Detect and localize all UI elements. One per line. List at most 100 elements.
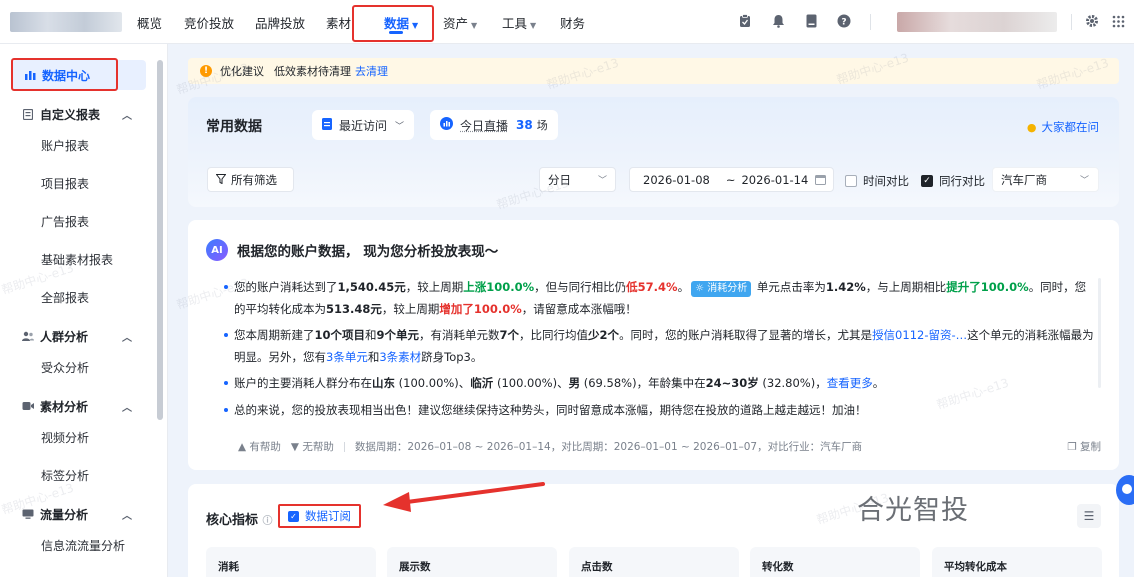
- subscribe-label: 数据订阅: [305, 508, 351, 524]
- metric-settings-icon[interactable]: ☰: [1077, 504, 1101, 528]
- help-icon[interactable]: ?: [836, 13, 852, 29]
- nav-material-label: 素材: [326, 16, 351, 31]
- industry-select[interactable]: 汽车厂商 ﹀: [992, 167, 1099, 192]
- text: ，比同行均值: [519, 328, 588, 342]
- sidebar-scrollbar[interactable]: [157, 60, 163, 420]
- granularity-select[interactable]: 分日 ﹀: [539, 167, 616, 192]
- spend-growth: 上涨100.0%: [463, 280, 534, 294]
- sidebar-group-audience[interactable]: 人群分析 ︿: [0, 321, 150, 351]
- text: 跻身Top3。: [421, 350, 482, 364]
- sidebar-item-project-report[interactable]: 项目报表: [0, 168, 150, 198]
- notice-clean-link[interactable]: 去清理: [355, 63, 388, 79]
- nav-brand[interactable]: 品牌投放: [255, 13, 305, 32]
- peer-gap: 低57.4%: [626, 280, 677, 294]
- text: ，但与同行相比仍: [534, 280, 626, 294]
- nav-material[interactable]: 素材: [326, 13, 351, 32]
- top-materials-link[interactable]: 3条素材: [379, 350, 421, 364]
- nav-tools[interactable]: 工具 ▼: [502, 13, 536, 32]
- compare-time-label: 时间对比: [863, 173, 909, 189]
- text: 您的账户消耗达到了: [234, 280, 338, 294]
- spend-analysis-tag[interactable]: ☼ 消耗分析: [691, 281, 751, 297]
- nav-finance[interactable]: 财务: [560, 13, 585, 32]
- text: (69.58%)，年龄集中在: [580, 376, 705, 390]
- sidebar-item-feed-traffic[interactable]: 信息流流量分析: [0, 530, 150, 560]
- top-units-link[interactable]: 3条单元: [326, 350, 368, 364]
- spending-unit-count: 7个: [500, 328, 520, 342]
- helpful-button[interactable]: ▲ 有帮助: [238, 439, 281, 454]
- cost-growth: 增加了100.0%: [439, 302, 521, 316]
- metric-card-impressions[interactable]: 展示数: [387, 547, 557, 577]
- text: 。: [678, 280, 690, 294]
- sidebar-item-tag-analysis[interactable]: 标签分析: [0, 460, 150, 490]
- gear-icon[interactable]: [1084, 13, 1100, 29]
- ai-paragraph-build: 您本周期新建了10个项目和9个单元，有消耗单元数7个，比同行均值少2个。同时，您…: [234, 324, 1094, 368]
- sidebar-group-material[interactable]: 素材分析 ︿: [0, 391, 150, 421]
- sidebar-item-all-reports[interactable]: 全部报表: [0, 282, 150, 312]
- nav-assets[interactable]: 资产 ▼: [443, 13, 477, 32]
- metric-card-conversions[interactable]: 转化数: [750, 547, 920, 577]
- granularity-value: 分日: [548, 172, 571, 188]
- faq-link[interactable]: ● 大家都在问: [1027, 119, 1099, 135]
- sidebar-item-audience-analysis[interactable]: 受众分析: [0, 352, 150, 382]
- sidebar-group-custom-report[interactable]: 自定义报表 ︿: [0, 99, 150, 129]
- compare-time-checkbox[interactable]: [845, 175, 857, 187]
- filter-icon: [216, 173, 226, 187]
- compare-peer-checkbox[interactable]: ✓: [921, 175, 933, 187]
- compare-time-toggle[interactable]: 时间对比: [845, 173, 909, 189]
- today-live-unit: 场: [537, 117, 548, 133]
- nav-bidding[interactable]: 竞价投放: [184, 13, 234, 32]
- ai-badge-icon: AI: [206, 239, 228, 261]
- metric-card-clicks[interactable]: 点击数: [569, 547, 739, 577]
- metric-card-avg-cost[interactable]: 平均转化成本: [932, 547, 1102, 577]
- core-metrics-title: 核心指标 ⓘ: [206, 509, 273, 528]
- subscribe-icon: ✓: [288, 511, 299, 522]
- faq-label: 大家都在问: [1042, 119, 1100, 135]
- compare-peer-toggle[interactable]: ✓ 同行对比: [921, 173, 985, 189]
- nav-overview[interactable]: 概览: [137, 13, 162, 32]
- ai-scrollbar[interactable]: [1098, 278, 1101, 388]
- sidebar-item-material-report[interactable]: 基础素材报表: [0, 244, 150, 274]
- document-icon: [322, 118, 332, 133]
- date-range-picker[interactable]: 2026-01-08 ~ 2026-01-14: [629, 167, 834, 192]
- copy-button[interactable]: ❐ 复制: [1067, 439, 1101, 454]
- account-name[interactable]: [897, 12, 1057, 32]
- logo[interactable]: [10, 12, 122, 32]
- unhelpful-button[interactable]: ▼ 无帮助: [291, 439, 334, 454]
- lightbulb-icon: ●: [1027, 121, 1037, 134]
- all-filters-button[interactable]: 所有筛选: [207, 167, 294, 192]
- metric-label: 平均转化成本: [944, 561, 1007, 573]
- gender: 男: [569, 376, 581, 390]
- industry-value: 汽车厂商: [1001, 172, 1047, 188]
- metric-card-spend[interactable]: 消耗: [206, 547, 376, 577]
- chevron-down-icon: ﹀: [598, 173, 607, 186]
- date-start: 2026-01-08: [643, 173, 710, 187]
- ai-analysis-card: AI 根据您的账户数据， 现为您分析投放表现～ 您的账户消耗达到了1,540.4…: [188, 220, 1119, 470]
- date-separator: ~: [726, 173, 736, 187]
- calendar-icon: [815, 174, 826, 188]
- sidebar-item-account-report[interactable]: 账户报表: [0, 130, 150, 160]
- sidebar-group-label: 人群分析: [40, 328, 88, 345]
- svg-text:?: ?: [841, 18, 846, 28]
- recent-visits-dropdown[interactable]: 最近访问 ﹀: [312, 110, 414, 140]
- top-unit-link[interactable]: 授信0112-留资-…: [872, 328, 967, 342]
- clipboard-icon[interactable]: [737, 13, 753, 29]
- report-icon: [22, 108, 34, 120]
- apps-grid-icon[interactable]: [1110, 13, 1126, 29]
- sparkle-icon: ☼: [695, 283, 707, 294]
- today-live-button[interactable]: 今日直播 38 场: [430, 110, 558, 140]
- sidebar-item-ad-report[interactable]: 广告报表: [0, 206, 150, 236]
- highlight-data-center: [11, 58, 118, 91]
- metric-label: 展示数: [399, 561, 431, 573]
- bell-icon[interactable]: [770, 13, 786, 29]
- ai-paragraph-summary: 总的来说，您的投放表现相当出色！建议您继续保持这种势头，同时留意成本涨幅，期待您…: [234, 399, 1094, 421]
- thumbs-down-icon: ▼: [291, 441, 302, 453]
- sidebar-item-video-analysis[interactable]: 视频分析: [0, 422, 150, 452]
- ctr-growth: 提升了100.0%: [946, 280, 1028, 294]
- annotation-arrow: [375, 478, 550, 518]
- sidebar-group-traffic[interactable]: 流量分析 ︿: [0, 499, 150, 529]
- see-more-link[interactable]: 查看更多: [827, 376, 873, 390]
- sidebar-group-label: 素材分析: [40, 398, 88, 415]
- top-nav: 概览 竞价投放 品牌投放 素材 数据 ▼ 资产 ▼ 工具 ▼ 财务 ?: [0, 0, 1134, 44]
- data-subscribe-button[interactable]: ✓ 数据订阅: [278, 504, 361, 528]
- document-icon[interactable]: [803, 13, 819, 29]
